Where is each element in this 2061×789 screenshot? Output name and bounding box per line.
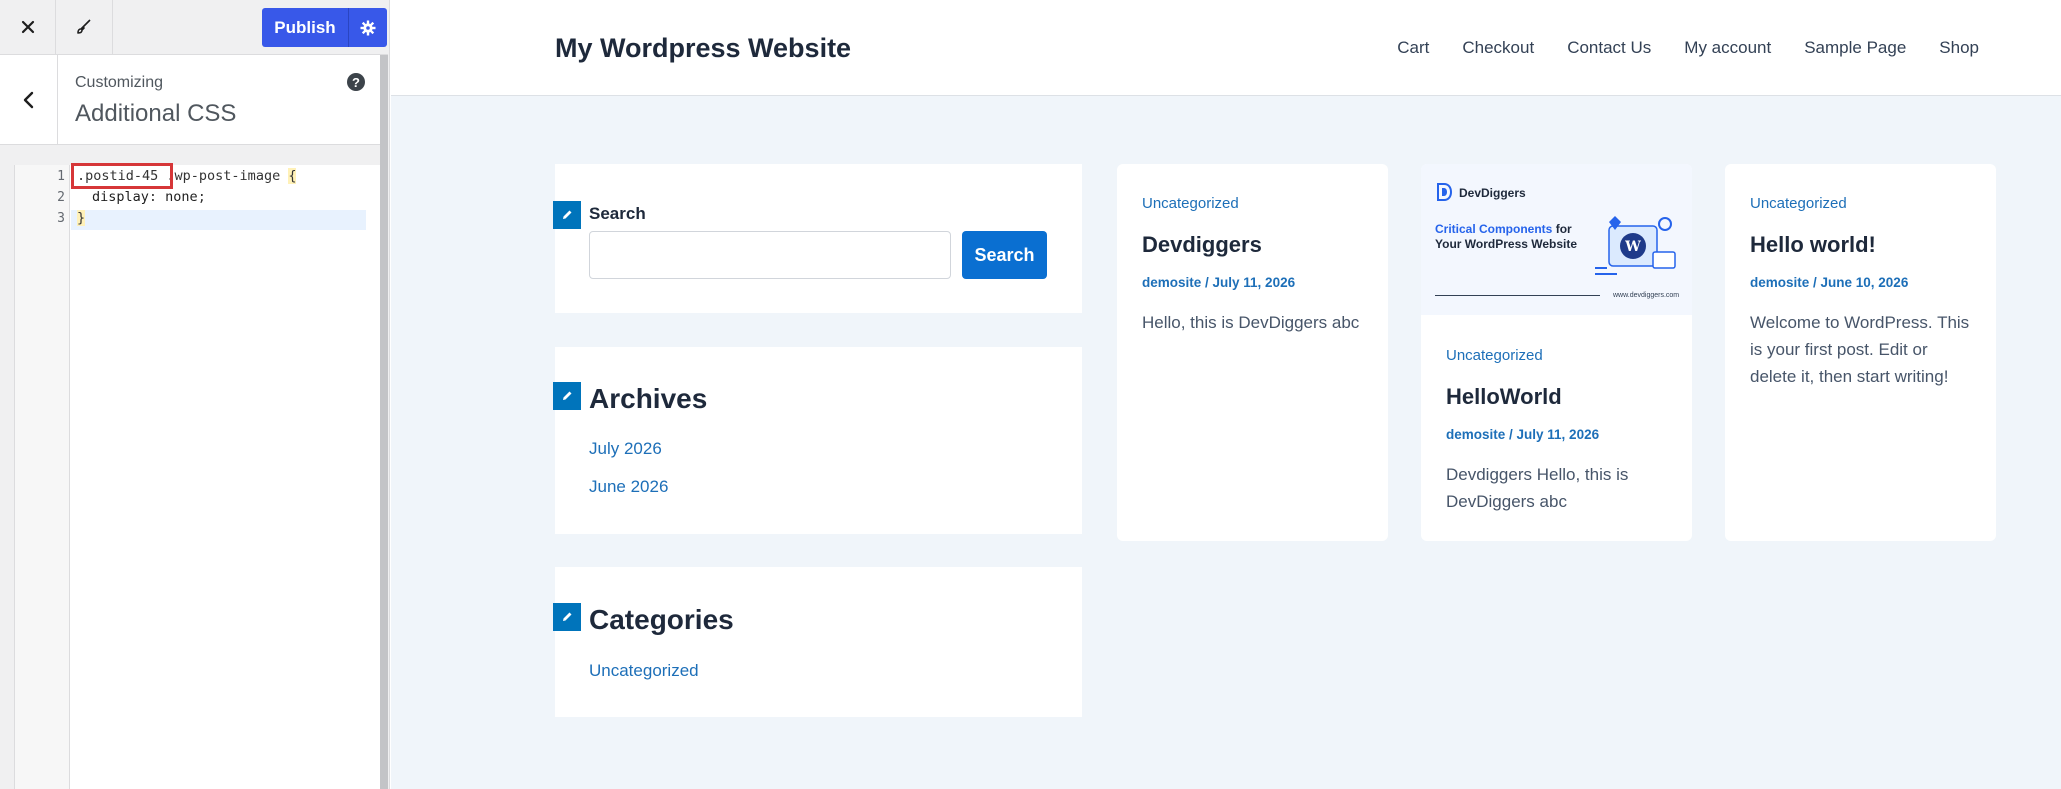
category-link[interactable]: Uncategorized (589, 661, 699, 681)
site-nav: Cart Checkout Contact Us My account Samp… (1364, 38, 1979, 58)
code-line-2[interactable]: display: none; (92, 189, 206, 205)
nav-item-shop[interactable]: Shop (1939, 38, 1979, 58)
pencil-icon (563, 391, 572, 400)
css-code-editor[interactable]: 1 2 3 .postid-45 .wp-post-image { displa… (14, 163, 380, 789)
line-number: 1 (57, 169, 65, 184)
post-category[interactable]: Uncategorized (1750, 195, 1847, 212)
post-thumbnail[interactable]: DevDiggers Critical Components for Your … (1421, 164, 1692, 315)
nav-item-sample-page[interactable]: Sample Page (1804, 38, 1906, 58)
site-preview: My Wordpress Website Cart Checkout Conta… (391, 0, 2061, 789)
pencil-icon (563, 612, 572, 621)
post-category[interactable]: Uncategorized (1446, 347, 1543, 364)
active-line-highlight (71, 210, 366, 230)
thumbnail-url: www.devdiggers.com (1613, 292, 1680, 299)
categories-title: Categories (589, 604, 734, 635)
post-card: DevDiggers Critical Components for Your … (1421, 164, 1692, 541)
section-title: Additional CSS (75, 100, 237, 127)
nav-item-my-account[interactable]: My account (1684, 38, 1771, 58)
post-card: Uncategorized Hello world! demosite / Ju… (1725, 164, 1996, 541)
wordpress-illustration-icon: W (1595, 216, 1676, 275)
code-line-3[interactable]: } (77, 210, 86, 226)
nav-item-cart[interactable]: Cart (1397, 38, 1429, 58)
close-customizer-button[interactable] (0, 0, 56, 54)
search-button[interactable]: Search (962, 231, 1047, 279)
archives-title: Archives (589, 383, 708, 414)
post-title[interactable]: Hello world! (1750, 232, 1876, 258)
thumbnail-headline-accent: Critical Components (1435, 222, 1553, 236)
post-excerpt: Hello, this is DevDiggers abc (1142, 313, 1360, 332)
thumbnail-divider (1435, 295, 1600, 296)
site-title[interactable]: My Wordpress Website (555, 33, 851, 64)
line-number: 3 (57, 211, 65, 226)
edit-shortcut-search[interactable] (553, 201, 581, 229)
post-excerpt: Devdiggers Hello, this is DevDiggers abc (1446, 465, 1629, 511)
help-icon[interactable]: ? (347, 73, 365, 91)
annotation-highlight-box (71, 163, 173, 189)
svg-text:W: W (1624, 239, 1641, 255)
post-category[interactable]: Uncategorized (1142, 195, 1239, 212)
archive-link[interactable]: June 2026 (589, 477, 668, 497)
archives-widget: Archives July 2026 June 2026 (553, 347, 1082, 534)
nav-item-contact-us[interactable]: Contact Us (1567, 38, 1651, 58)
edit-shortcut-archives[interactable] (553, 382, 581, 410)
css-property: display (92, 189, 149, 205)
archive-link[interactable]: July 2026 (589, 439, 662, 459)
post-meta[interactable]: demosite / June 10, 2026 (1750, 275, 1908, 290)
chevron-left-icon (23, 91, 33, 108)
close-icon (21, 20, 34, 34)
thumbnail-brand: DevDiggers (1459, 186, 1526, 200)
editor-gutter: 1 2 3 (15, 165, 70, 789)
pencil-icon (563, 210, 572, 219)
publish-button[interactable]: Publish (262, 8, 348, 47)
css-selector-rest: .wp-post-image (158, 168, 289, 184)
site-header: My Wordpress Website Cart Checkout Conta… (391, 0, 2061, 96)
section-breadcrumb: Customizing (75, 74, 164, 91)
open-brace: { (288, 168, 297, 184)
search-widget: Search Search (553, 164, 1082, 313)
section-header: Customizing Additional CSS ? (0, 55, 388, 145)
categories-widget: Categories Uncategorized (553, 567, 1082, 717)
devdiggers-logo-icon (1437, 183, 1453, 201)
post-meta[interactable]: demosite / July 11, 2026 (1446, 427, 1599, 442)
sidebar-scrollbar[interactable] (380, 55, 388, 789)
edit-shortcut-categories[interactable] (553, 603, 581, 631)
customize-brush-button[interactable] (56, 0, 113, 54)
customizer-header: Publish (0, 0, 388, 55)
publish-settings-button[interactable] (348, 8, 387, 47)
brush-icon (77, 19, 91, 34)
publish-group: Publish (262, 8, 387, 47)
gear-icon (360, 20, 376, 35)
search-input[interactable] (589, 231, 951, 279)
back-button[interactable] (0, 55, 58, 144)
post-card: Uncategorized Devdiggers demosite / July… (1117, 164, 1388, 541)
post-title[interactable]: Devdiggers (1142, 232, 1262, 258)
post-meta[interactable]: demosite / July 11, 2026 (1142, 275, 1295, 290)
nav-item-checkout[interactable]: Checkout (1462, 38, 1534, 58)
search-label: Search (589, 204, 646, 223)
post-title[interactable]: HelloWorld (1446, 384, 1562, 410)
thumbnail-headline: Critical Components for Your WordPress W… (1435, 222, 1585, 252)
line-number: 2 (57, 190, 65, 205)
post-excerpt: Welcome to WordPress. This is your first… (1750, 313, 1970, 386)
css-value: none (165, 189, 198, 205)
customizer-sidebar: Publish Customizing Additional CSS ? 1 2… (0, 0, 390, 789)
close-brace: } (77, 210, 86, 226)
